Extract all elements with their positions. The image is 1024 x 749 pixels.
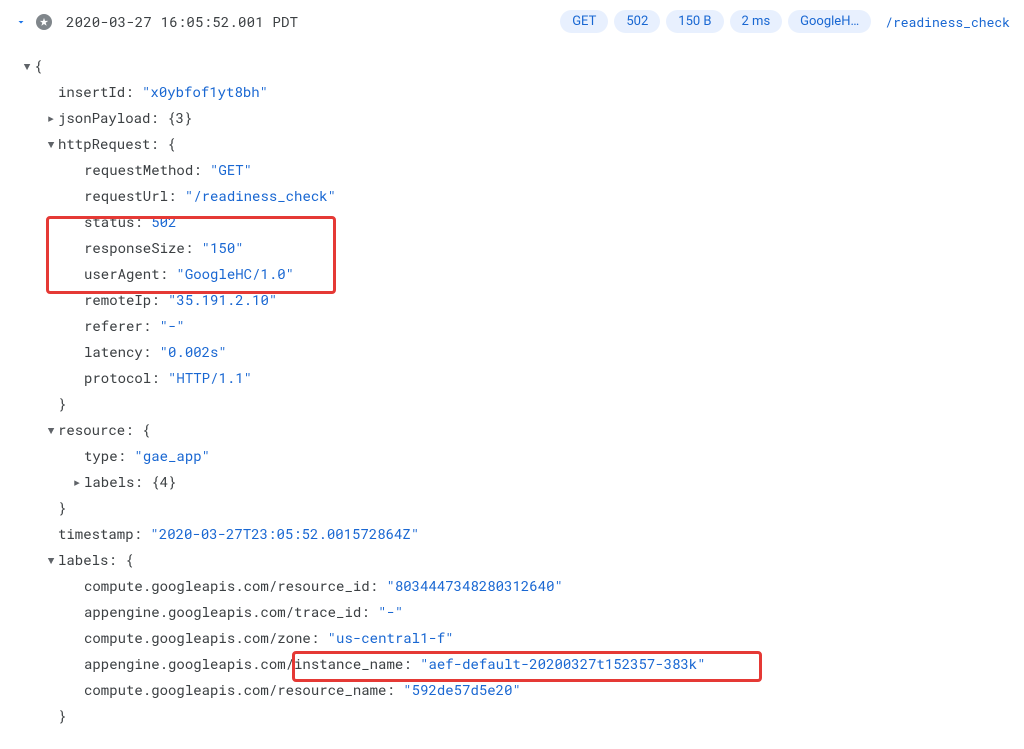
key-resource: resource: — [58, 417, 134, 443]
key-protocol: protocol: — [84, 365, 160, 391]
key-status: status: — [84, 209, 143, 235]
chip-status[interactable]: 502 — [614, 10, 660, 33]
summary-resource-labels: {4} — [151, 469, 176, 495]
key-zone: compute.googleapis.com/zone: — [84, 625, 319, 651]
val-status: 502 — [151, 209, 176, 235]
caret-down-icon[interactable]: ▼ — [44, 131, 58, 157]
caret-down-icon[interactable]: ▼ — [20, 53, 34, 79]
val-latency: "0.002s" — [160, 339, 227, 365]
field-status[interactable]: ▸ status: 502 — [8, 209, 1016, 235]
key-referer: referer: — [84, 313, 151, 339]
field-protocol[interactable]: ▸ protocol: "HTTP/1.1" — [8, 365, 1016, 391]
chip-size[interactable]: 150 B — [666, 10, 723, 33]
httpRequest-close: ▸ } — [8, 391, 1016, 417]
brace-close: } — [58, 703, 66, 729]
key-requestUrl: requestUrl: — [84, 183, 176, 209]
val-requestMethod: "GET" — [210, 157, 252, 183]
resource-close: ▸ } — [8, 495, 1016, 521]
field-remoteIp[interactable]: ▸ remoteIp: "35.191.2.10" — [8, 287, 1016, 313]
val-referer: "-" — [160, 313, 185, 339]
key-labels: labels: — [58, 547, 117, 573]
collapse-chevron-icon[interactable] — [14, 16, 28, 28]
chip-latency[interactable]: 2 ms — [730, 10, 783, 33]
summary-chips: GET 502 150 B 2 ms GoogleH… — [560, 10, 871, 33]
field-instance-name[interactable]: ▸ appengine.googleapis.com/instance_name… — [8, 651, 1016, 677]
field-httpRequest[interactable]: ▼ httpRequest: { — [8, 131, 1016, 157]
key-trace-id: appengine.googleapis.com/trace_id: — [84, 599, 370, 625]
caret-down-icon[interactable]: ▼ — [44, 417, 58, 443]
brace-open: { — [167, 131, 175, 157]
header-timestamp: 2020-03-27 16:05:52.001 PDT — [66, 12, 552, 31]
chip-method[interactable]: GET — [560, 10, 608, 33]
key-requestMethod: requestMethod: — [84, 157, 202, 183]
brace-close: } — [58, 495, 66, 521]
key-latency: latency: — [84, 339, 151, 365]
val-protocol: "HTTP/1.1" — [168, 365, 252, 391]
field-zone[interactable]: ▸ compute.googleapis.com/zone: "us-centr… — [8, 625, 1016, 651]
field-insertId[interactable]: ▸ insertId: "x0ybfof1yt8bh" — [8, 79, 1016, 105]
val-responseSize: "150" — [202, 235, 244, 261]
val-trace-id: "-" — [378, 599, 403, 625]
key-userAgent: userAgent: — [84, 261, 168, 287]
caret-right-icon[interactable]: ▸ — [70, 469, 84, 495]
field-resource-name[interactable]: ▸ compute.googleapis.com/resource_name: … — [8, 677, 1016, 703]
val-requestUrl: "/readiness_check" — [185, 183, 336, 209]
field-labels[interactable]: ▼ labels: { — [8, 547, 1016, 573]
key-insertId: insertId: — [58, 79, 134, 105]
field-referer[interactable]: ▸ referer: "-" — [8, 313, 1016, 339]
val-timestamp: "2020-03-27T23:05:52.001572864Z" — [150, 521, 419, 547]
val-remoteIp: "35.191.2.10" — [168, 287, 277, 313]
log-entry-container: 2020-03-27 16:05:52.001 PDT GET 502 150 … — [0, 0, 1024, 749]
header-path: /readiness_check — [879, 13, 1010, 31]
val-userAgent: "GoogleHC/1.0" — [176, 261, 294, 287]
field-resource[interactable]: ▼ resource: { — [8, 417, 1016, 443]
log-header-row[interactable]: 2020-03-27 16:05:52.001 PDT GET 502 150 … — [0, 0, 1024, 43]
val-resource-name: "592de57d5e20" — [403, 677, 521, 703]
key-resource-labels: labels: — [84, 469, 143, 495]
field-type[interactable]: ▸ type: "gae_app" — [8, 443, 1016, 469]
brace-open: { — [125, 547, 133, 573]
brace-open: { — [142, 417, 150, 443]
field-requestMethod[interactable]: ▸ requestMethod: "GET" — [8, 157, 1016, 183]
field-timestamp[interactable]: ▸ timestamp: "2020-03-27T23:05:52.001572… — [8, 521, 1016, 547]
brace-close: } — [58, 391, 66, 417]
field-requestUrl[interactable]: ▸ requestUrl: "/readiness_check" — [8, 183, 1016, 209]
field-resource-id[interactable]: ▸ compute.googleapis.com/resource_id: "8… — [8, 573, 1016, 599]
root-open[interactable]: ▼ { — [8, 53, 1016, 79]
key-resource-id: compute.googleapis.com/resource_id: — [84, 573, 378, 599]
field-trace-id[interactable]: ▸ appengine.googleapis.com/trace_id: "-" — [8, 599, 1016, 625]
key-responseSize: responseSize: — [84, 235, 193, 261]
field-responseSize[interactable]: ▸ responseSize: "150" — [8, 235, 1016, 261]
key-remoteIp: remoteIp: — [84, 287, 160, 313]
key-httpRequest: httpRequest: — [58, 131, 159, 157]
severity-icon — [36, 14, 52, 30]
key-resource-name: compute.googleapis.com/resource_name: — [84, 677, 395, 703]
chip-useragent[interactable]: GoogleH… — [788, 10, 871, 33]
field-userAgent[interactable]: ▸ userAgent: "GoogleHC/1.0" — [8, 261, 1016, 287]
key-timestamp: timestamp: — [58, 521, 142, 547]
key-type: type: — [84, 443, 126, 469]
field-latency[interactable]: ▸ latency: "0.002s" — [8, 339, 1016, 365]
key-instance-name: appengine.googleapis.com/instance_name: — [84, 651, 412, 677]
val-type: "gae_app" — [134, 443, 210, 469]
summary-jsonPayload: {3} — [167, 105, 192, 131]
brace-open: { — [34, 53, 42, 79]
key-jsonPayload: jsonPayload: — [58, 105, 159, 131]
val-insertId: "x0ybfof1yt8bh" — [142, 79, 268, 105]
caret-down-icon[interactable]: ▼ — [44, 547, 58, 573]
field-jsonPayload[interactable]: ▸ jsonPayload: {3} — [8, 105, 1016, 131]
labels-close: ▸ } — [8, 703, 1016, 729]
caret-right-icon[interactable]: ▸ — [44, 105, 58, 131]
field-resource-labels[interactable]: ▸ labels: {4} — [8, 469, 1016, 495]
json-tree: ▼ { ▸ insertId: "x0ybfof1yt8bh" ▸ jsonPa… — [0, 43, 1024, 749]
val-instance-name: "aef-default-20200327t152357-383k" — [420, 651, 706, 677]
val-resource-id: "8034447348280312640" — [386, 573, 562, 599]
val-zone: "us-central1-f" — [328, 625, 454, 651]
